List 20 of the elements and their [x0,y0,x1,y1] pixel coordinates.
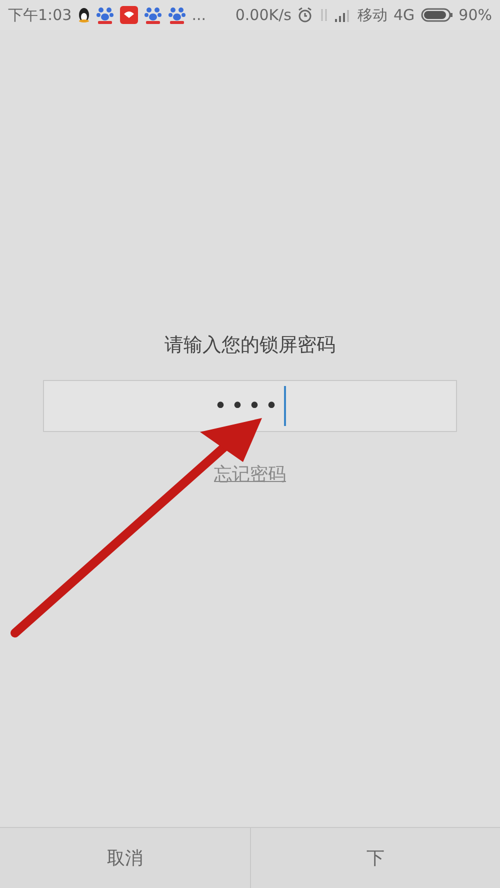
network-type: 4G [393,6,415,24]
more-notifications: ... [192,6,206,24]
paw-icon [96,5,114,25]
alarm-icon [297,7,314,23]
carrier-name: 移动 [357,6,388,24]
password-field[interactable]: •••• [43,380,457,432]
cancel-button[interactable]: 取消 [0,828,250,888]
status-time: 下午1:03 [8,6,72,24]
password-prompt: 请输入您的锁屏密码 [164,333,336,358]
battery-percent: 90% [458,6,492,24]
next-button[interactable]: 下 [250,828,500,888]
app-icon [120,6,138,24]
paw-icon [144,5,162,25]
battery-icon [420,8,453,22]
paw-icon [168,5,186,25]
network-speed: 0.00K/s [235,6,292,24]
penguin-icon [78,7,90,23]
data-arrows-icon [319,7,330,23]
forgot-password-link[interactable]: 忘记密码 [214,462,286,486]
signal-icon [335,8,352,22]
